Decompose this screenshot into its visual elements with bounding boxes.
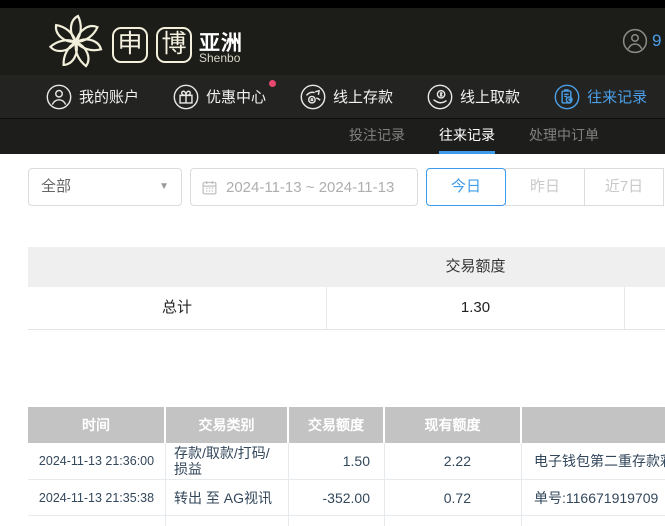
top-strip	[0, 0, 665, 8]
table-row: 2024-11-13 21:35:38 转出 至 AG视讯 -352.00 0.…	[28, 480, 665, 516]
col-header-amount: 交易额度	[289, 407, 385, 443]
nav-item-promotions[interactable]: 优惠中心	[173, 79, 277, 110]
cell-amount: 1.50	[289, 443, 385, 479]
nav-item-deposit[interactable]: 线上存款	[300, 84, 393, 110]
nav-label: 线上存款	[333, 89, 394, 106]
cell-balance	[385, 516, 522, 526]
cell-amount: -352.00	[289, 480, 385, 515]
tab-pending-orders[interactable]: 处理中订单	[529, 119, 599, 154]
logo-char-bo: 博	[156, 27, 192, 63]
cell-remark: 单号:116671919709	[534, 489, 659, 506]
summary-total-label: 总计	[161, 299, 192, 316]
filter-bar: 全部 ▼ 2024-11-13 ~ 2024-11-13 今日 昨日 近7日	[0, 168, 665, 206]
type-select[interactable]: 全部 ▼	[28, 168, 182, 206]
record-tabs: 投注记录 往来记录 处理中订单	[0, 118, 665, 154]
cell-type: 存款/取款/打码/损益	[166, 443, 289, 479]
summary-table: 交易额度 总计 1.30	[28, 247, 665, 330]
brand-header: 申 博 亚洲 Shenbo 9	[0, 8, 665, 75]
page: 申 博 亚洲 Shenbo 9 我的账户 优惠中心 线上存款 线上取款 往来记录…	[0, 0, 665, 526]
cell-time: 2024-11-13 21:36:00	[28, 443, 166, 479]
col-header-type: 交易类别	[166, 407, 289, 443]
today-button[interactable]: 今日	[426, 168, 506, 206]
last-7-days-button[interactable]: 近7日	[584, 168, 664, 206]
cell-amount	[289, 516, 385, 526]
col-header-remark	[522, 407, 665, 443]
nav-item-my-account[interactable]: 我的账户	[46, 84, 139, 110]
records-header-row: 时间 交易类别 交易额度 现有额度	[28, 407, 665, 443]
nav-label: 往来记录	[587, 89, 648, 106]
summary-total-blank	[625, 287, 665, 329]
records-table: 时间 交易类别 交易额度 现有额度 2024-11-13 21:36:00 存款…	[28, 407, 665, 526]
chevron-down-icon: ▼	[159, 181, 169, 192]
records-icon	[554, 84, 580, 109]
logo-char-shen: 申	[112, 27, 148, 63]
nav-label: 优惠中心	[206, 89, 267, 106]
gift-icon	[173, 84, 199, 109]
lotus-logo-icon	[48, 14, 103, 68]
col-header-balance: 现有额度	[385, 407, 522, 443]
type-select-value: 全部	[41, 178, 72, 195]
cell-time: 2024-11-13 21:35:38	[28, 480, 166, 515]
main-nav: 我的账户 优惠中心 线上存款 线上取款 往来记录	[0, 75, 665, 118]
cell-time	[28, 516, 166, 526]
nav-label: 我的账户	[79, 89, 140, 106]
logo-subtitle: Shenbo	[199, 51, 241, 65]
notification-dot	[269, 79, 277, 87]
summary-total-row: 总计 1.30	[28, 287, 665, 330]
cell-balance: 2.22	[385, 443, 522, 479]
cell-remark: 电子钱包第二重存款彩金	[534, 453, 665, 469]
tab-transaction-records[interactable]: 往来记录	[439, 119, 495, 154]
date-range-input[interactable]: 2024-11-13 ~ 2024-11-13	[190, 168, 418, 206]
calendar-icon	[202, 180, 217, 195]
deposit-icon	[300, 84, 326, 109]
summary-total-value: 1.30	[326, 287, 625, 329]
quick-date-buttons: 今日 昨日 近7日	[426, 168, 664, 206]
withdraw-icon	[427, 84, 453, 109]
col-header-time: 时间	[28, 407, 166, 443]
cell-type: 转出 至 AG视讯	[166, 480, 289, 515]
nav-label: 线上取款	[460, 89, 521, 106]
table-row: 2024-11-13 21:36:00 存款/取款/打码/损益 1.50 2.2…	[28, 443, 665, 480]
tab-bet-records[interactable]: 投注记录	[349, 119, 405, 154]
cell-balance: 0.72	[385, 480, 522, 515]
cell-type	[166, 516, 289, 526]
summary-header-blank2	[625, 247, 665, 287]
cell-remark	[522, 516, 665, 526]
date-range-value: 2024-11-13 ~ 2024-11-13	[226, 178, 395, 196]
nav-item-withdraw[interactable]: 线上取款	[427, 84, 520, 110]
nav-item-transaction-records[interactable]: 往来记录	[554, 84, 647, 110]
table-row	[28, 516, 665, 526]
summary-header-amount: 交易额度	[445, 258, 506, 275]
username-text: 9	[652, 31, 662, 50]
user-avatar-icon	[622, 28, 648, 54]
account-summary[interactable]: 9	[622, 28, 661, 54]
user-icon	[46, 84, 72, 109]
yesterday-button[interactable]: 昨日	[505, 168, 585, 206]
summary-header-row: 交易额度	[28, 247, 665, 287]
summary-header-blank	[28, 247, 326, 287]
